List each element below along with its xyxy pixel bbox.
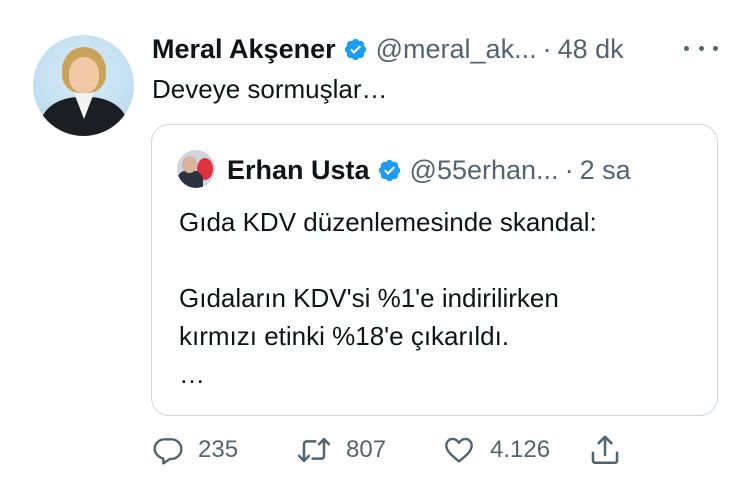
like-button[interactable]: 4.126	[442, 430, 550, 470]
share-button[interactable]	[588, 430, 622, 470]
retweet-icon	[297, 437, 331, 463]
author-handle[interactable]: @meral_ak...	[376, 34, 537, 65]
retweet-count: 807	[346, 436, 387, 463]
like-icon	[445, 437, 473, 463]
verified-badge-icon	[378, 159, 400, 181]
separator-dot: ·	[542, 33, 552, 64]
retweet-button[interactable]: 807	[296, 430, 386, 470]
quoted-author-name: Erhan Usta	[227, 154, 370, 185]
tweet-header: Meral Akşener @meral_ak... · 48 dk	[152, 32, 624, 66]
tweet-text: Deveye sormuşlar…	[152, 74, 388, 104]
reply-count: 235	[198, 436, 239, 463]
separator-dot: ·	[564, 154, 574, 185]
quoted-author-avatar[interactable]	[177, 150, 215, 188]
like-count: 4.126	[490, 436, 551, 463]
quoted-tweet-time: 2 sa	[579, 154, 631, 185]
author-name[interactable]: Meral Akşener	[152, 34, 336, 65]
verified-badge-icon	[344, 38, 366, 60]
share-icon	[591, 435, 619, 465]
quoted-author-handle: @55erhan...	[409, 154, 559, 185]
quoted-tweet-text: Gıda KDV düzenlemesinde skandal: Gıdalar…	[179, 207, 597, 389]
quoted-tweet-header: Erhan Usta @55erhan... · 2 sa	[227, 153, 631, 187]
author-avatar[interactable]	[33, 35, 134, 136]
tweet-time[interactable]: 48 dk	[558, 34, 624, 65]
reply-icon	[153, 438, 183, 465]
more-icon[interactable]	[684, 34, 718, 62]
tweet-actions: 235 807 4.126	[152, 430, 632, 470]
tweet[interactable]: Meral Akşener @meral_ak... · 48 dk Devey…	[0, 0, 750, 491]
reply-button[interactable]: 235	[152, 430, 238, 470]
quoted-tweet[interactable]: Erhan Usta @55erhan... · 2 sa Gıda KDV d…	[151, 124, 718, 416]
